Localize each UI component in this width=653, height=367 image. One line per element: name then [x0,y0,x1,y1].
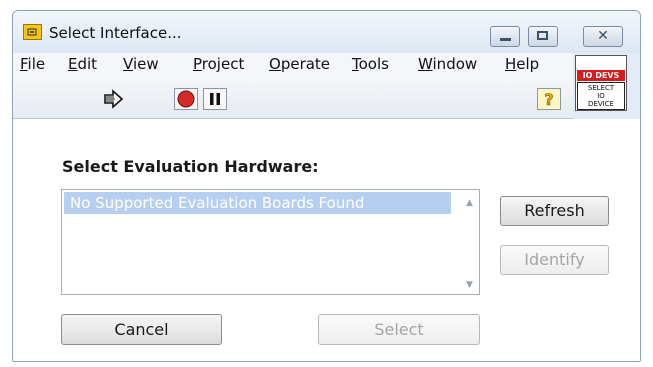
panel-icon-header: IO DEVS [577,70,625,81]
menu-window[interactable]: Window [418,55,477,73]
minimize-icon [500,38,511,41]
refresh-button[interactable]: Refresh [500,196,609,226]
pause-icon[interactable] [203,88,227,110]
hardware-listbox[interactable]: No Supported Evaluation Boards Found ▲ ▼ [61,189,480,295]
list-item[interactable]: No Supported Evaluation Boards Found [64,192,451,214]
page-title: Select Evaluation Hardware: [62,157,319,176]
maximize-button[interactable] [528,26,558,47]
maximize-icon [537,31,548,40]
labview-app-icon [23,24,42,40]
select-button[interactable]: Select [318,314,480,345]
window-title: Select Interface... [49,24,182,42]
vi-panel-icon: IO DEVS SELECT IO DEVICE [575,55,627,111]
menu-edit[interactable]: Edit [68,55,97,73]
listbox-scrollbar[interactable]: ▲ ▼ [460,190,479,294]
panel-icon-line-3: DEVICE [588,100,614,108]
panel-icon-line-2: IO [597,92,605,100]
scroll-up-icon[interactable]: ▲ [460,198,479,208]
run-arrow-icon[interactable] [102,88,126,110]
menu-tools[interactable]: Tools [352,55,389,73]
abort-stop-icon[interactable] [174,88,198,110]
identify-button[interactable]: Identify [500,245,609,275]
menu-file[interactable]: File [20,55,45,73]
panel-icon-body: SELECT IO DEVICE [577,82,625,110]
close-button[interactable]: ✕ [583,26,623,47]
close-icon: ✕ [597,28,609,44]
cancel-button[interactable]: Cancel [61,314,222,345]
menu-help[interactable]: Help [505,55,539,73]
select-interface-window: Select Interface... ✕ File Edit View Pro… [12,10,641,362]
title-bar[interactable]: Select Interface... ✕ [13,11,640,53]
menu-project[interactable]: Project [193,55,244,73]
menu-bar: File Edit View Project Operate Tools Win… [13,53,573,79]
scroll-down-icon[interactable]: ▼ [460,280,479,290]
front-panel: Select Evaluation Hardware: No Supported… [13,119,640,361]
context-help-icon[interactable]: ? [537,88,561,110]
minimize-button[interactable] [490,26,520,47]
help-glyph: ? [544,90,553,109]
panel-icon-line-1: SELECT [587,84,615,92]
toolbar: ? [13,79,573,119]
menu-operate[interactable]: Operate [269,55,330,73]
menu-view[interactable]: View [123,55,159,73]
